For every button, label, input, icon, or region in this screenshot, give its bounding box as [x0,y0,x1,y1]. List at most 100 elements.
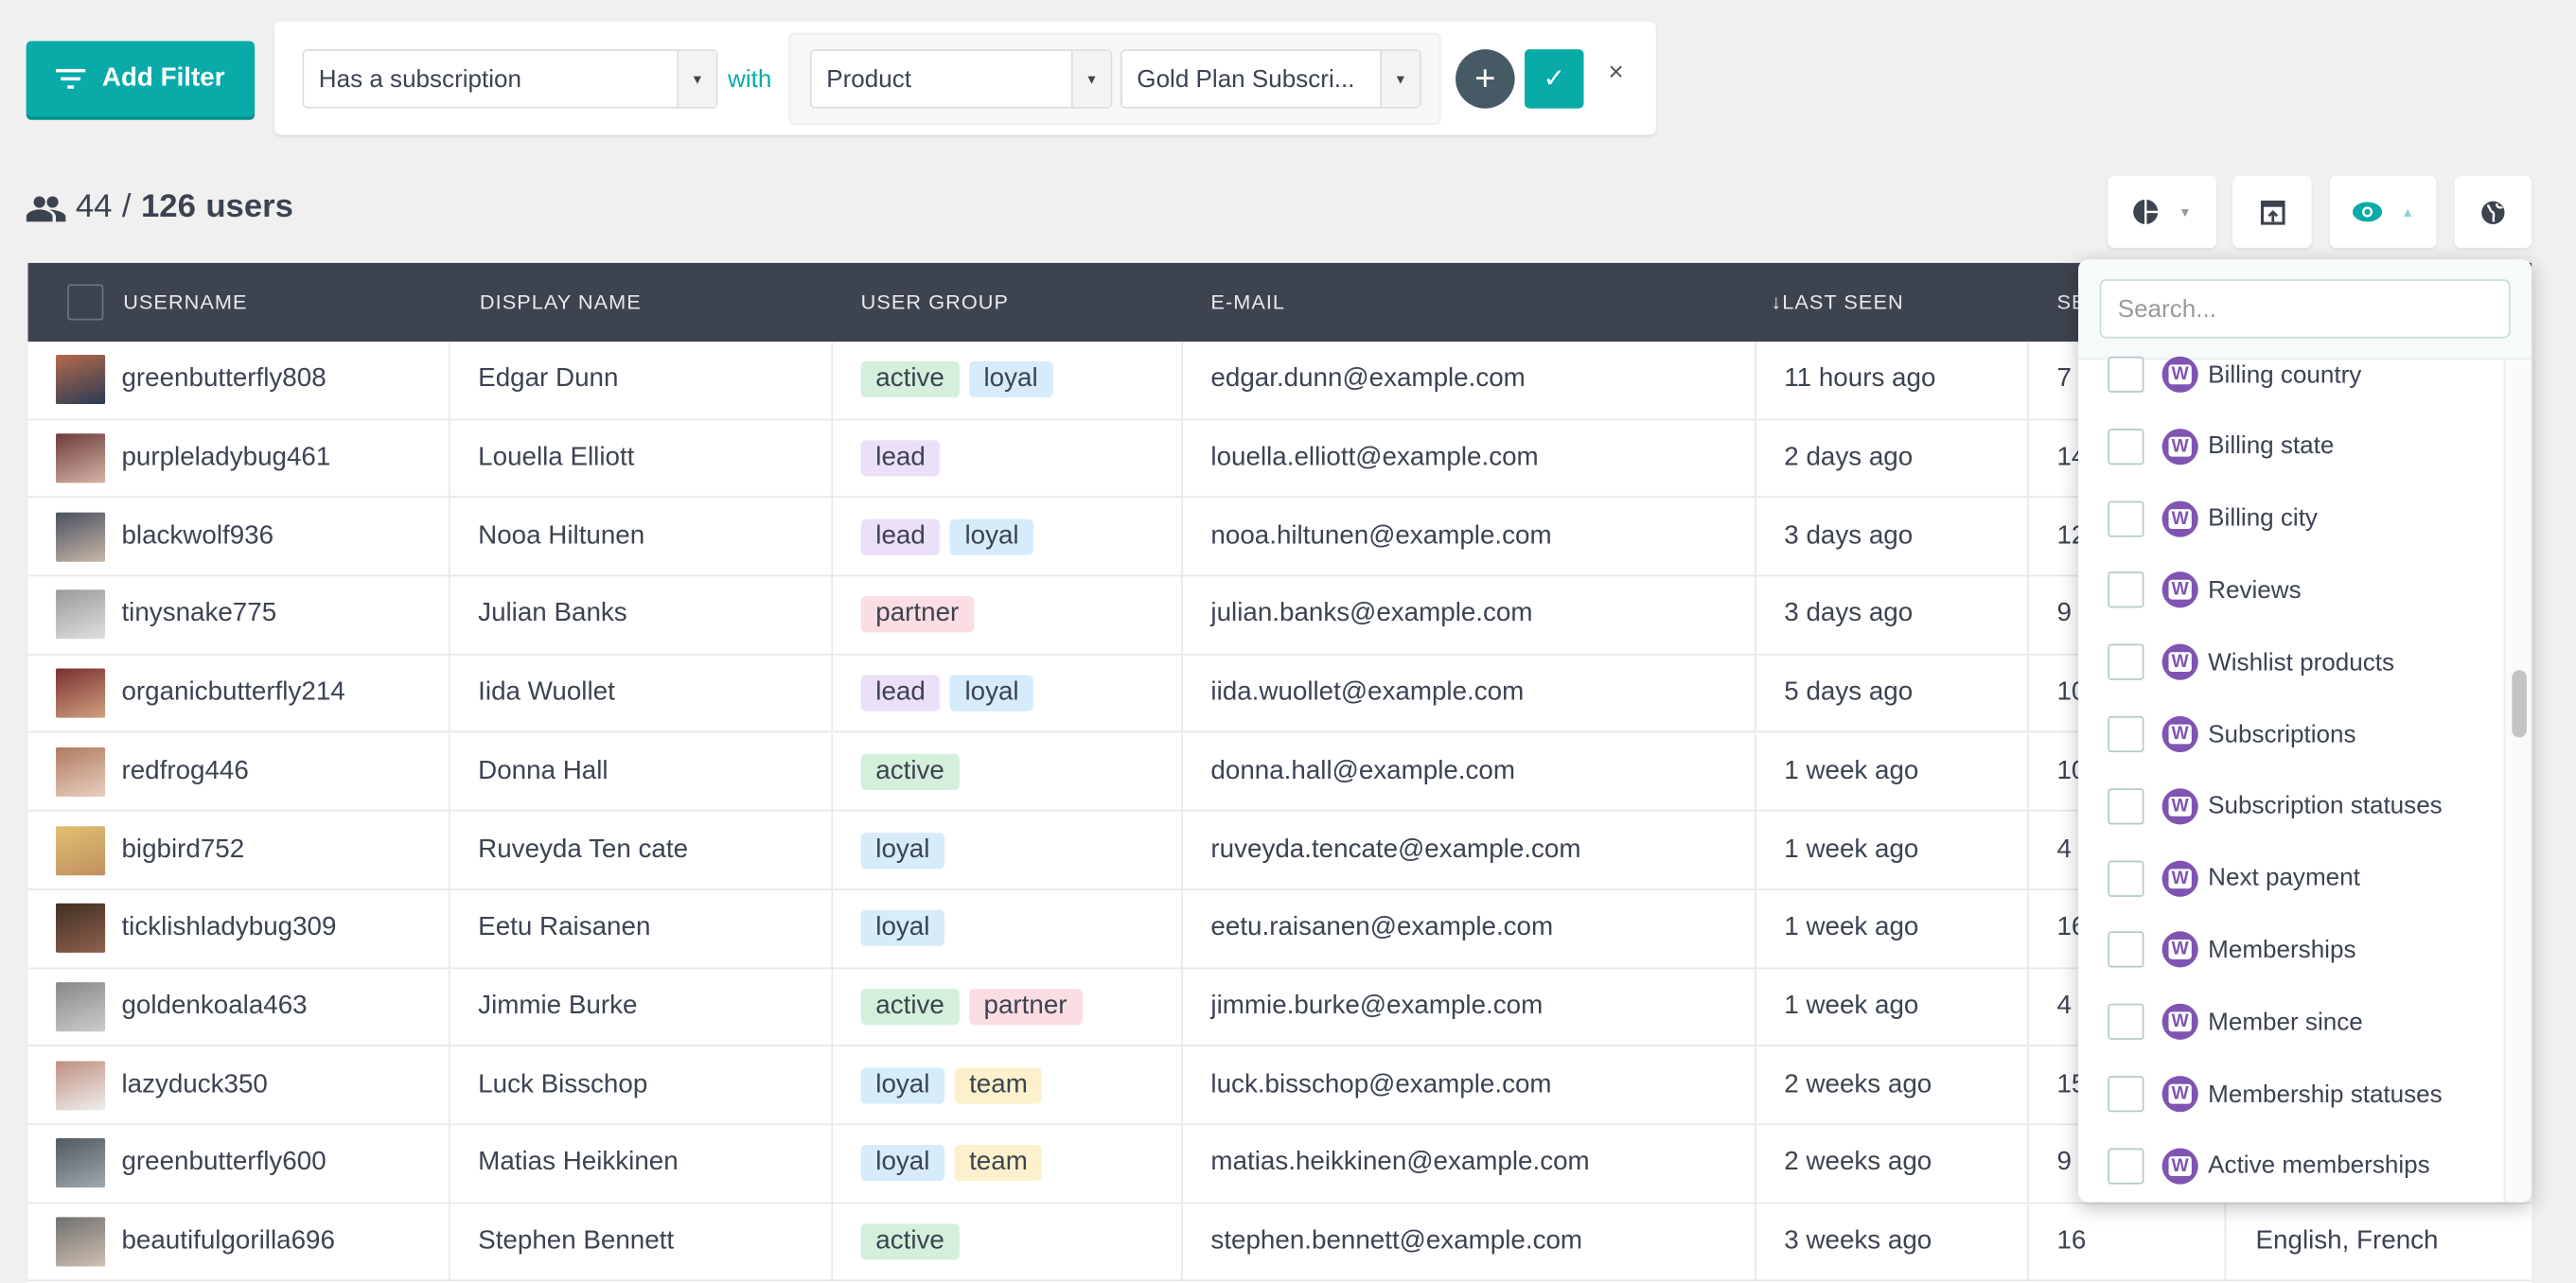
export-icon [2260,200,2285,224]
value-select[interactable]: Gold Plan Subscri... ▼ [1120,49,1421,109]
user-group-cell: partner [833,576,1183,654]
woocommerce-icon: W [2161,500,2198,536]
column-checkbox[interactable] [2108,356,2144,393]
username-cell: purpleladybug461 [28,419,450,497]
username[interactable]: blackwolf936 [121,522,273,552]
column-checkbox[interactable] [2108,500,2144,536]
scrollbar[interactable] [2503,360,2532,1203]
woocommerce-icon: W [2161,571,2198,608]
select-all-checkbox[interactable] [67,284,104,321]
chevron-down-icon: ▼ [1380,50,1420,107]
user-group-cell: active partner [833,968,1183,1046]
display-name: Luck Bisschop [478,1070,648,1098]
count-cell: 16 [2029,1203,2227,1280]
table-row[interactable]: beautifulgorilla696 Stephen Bennett active… [27,1203,2532,1282]
user-group-cell: loyal team [833,1125,1183,1203]
header-username[interactable]: USERNAME [123,290,247,313]
header-user-group[interactable]: USER GROUP [861,290,1009,313]
user-group-cell: active loyal [833,342,1183,419]
column-option[interactable]: W Billing state [2108,422,2334,471]
avatar [56,904,106,954]
export-button[interactable] [2232,175,2312,249]
column-checkbox[interactable] [2108,1076,2144,1113]
column-checkbox[interactable] [2108,571,2144,608]
group-tag: loyal [860,1066,945,1103]
count-value: 4 [2056,835,2072,864]
column-checkbox[interactable] [2108,787,2144,825]
column-checkbox[interactable] [2108,715,2144,753]
avatar [56,433,106,483]
email-cell: julian.banks@example.com [1183,576,1756,654]
column-option[interactable]: W Next payment [2108,853,2360,903]
last-seen-cell: 5 days ago [1756,655,2029,732]
remove-filter-button[interactable]: × [1609,59,1624,88]
add-condition-button[interactable]: + [1456,49,1515,109]
column-option[interactable]: W Membership statuses [2108,1069,2443,1118]
username[interactable]: ticklishladybug309 [121,914,336,943]
woocommerce-icon: W [2161,356,2198,393]
column-option-label: Subscription statuses [2208,792,2443,820]
header-last-seen[interactable]: ↓LAST SEEN [1771,290,1903,313]
columns-visibility-button[interactable]: ▲ [2329,175,2437,249]
column-option[interactable]: W Subscription statuses [2108,782,2443,831]
column-search-input[interactable] [2099,279,2511,339]
username[interactable]: lazyduck350 [121,1070,267,1099]
email: stephen.bennett@example.com [1210,1226,1583,1256]
column-option-label: Next payment [2208,864,2360,892]
woocommerce-icon: W [2161,1076,2198,1113]
username[interactable]: greenbutterfly600 [121,1149,326,1178]
username[interactable]: purpleladybug461 [121,444,330,473]
woocommerce-icon: W [2161,1148,2198,1185]
header-email[interactable]: E-MAIL [1210,290,1285,313]
avatar [56,825,106,875]
column-option[interactable]: W Wishlist products [2108,638,2394,687]
username[interactable]: greenbutterfly808 [121,365,326,395]
condition-value: Has a subscription [318,64,522,94]
username[interactable]: beautifulgorilla696 [121,1227,334,1257]
column-option[interactable]: W Active memberships [2108,1141,2430,1190]
column-checkbox[interactable] [2108,1004,2144,1041]
column-option[interactable]: W Reviews [2108,566,2302,615]
display-name-cell: Ruveyda Ten cate [450,811,834,888]
column-checkbox[interactable] [2108,931,2144,969]
username[interactable]: bigbird752 [121,835,244,865]
username[interactable]: organicbutterfly214 [121,678,344,708]
display-name: Julian Banks [478,600,627,628]
username[interactable]: redfrog446 [121,757,248,786]
column-checkbox[interactable] [2108,643,2144,681]
username[interactable]: goldenkoala463 [121,992,307,1021]
email-cell: jimmie.burke@example.com [1183,968,1756,1046]
apply-filter-button[interactable]: ✓ [1525,49,1584,109]
field-select[interactable]: Product ▼ [809,49,1113,109]
email: matias.heikkinen@example.com [1210,1149,1590,1177]
language-button[interactable] [2454,175,2532,249]
email: luck.bisschop@example.com [1210,1070,1552,1098]
column-option[interactable]: W Member since [2108,997,2363,1046]
column-checkbox[interactable] [2108,1148,2144,1185]
column-option[interactable]: W Billing country [2108,350,2361,399]
column-checkbox[interactable] [2108,428,2144,465]
column-option-label: Member since [2208,1008,2363,1036]
display-name: Nooa Hiltunen [478,521,645,551]
column-option[interactable]: W Billing city [2108,494,2318,543]
display-name-cell: Edgar Dunn [450,342,834,419]
email-cell: matias.heikkinen@example.com [1183,1125,1756,1203]
column-option[interactable]: W Subscriptions [2108,710,2356,759]
display-name: Edgar Dunn [478,364,619,394]
caret-up-icon: ▲ [2401,204,2414,220]
header-display-name[interactable]: DISPLAY NAME [480,290,642,313]
email-cell: stephen.bennett@example.com [1183,1203,1756,1280]
last-seen-cell: 2 weeks ago [1756,1125,2029,1203]
display-name: Eetu Raisanen [478,913,651,942]
add-filter-button[interactable]: Add Filter [26,41,256,117]
column-checkbox[interactable] [2108,859,2144,897]
column-option[interactable]: W Memberships [2108,925,2355,975]
username-cell: tinysnake775 [28,576,450,654]
chart-menu-button[interactable]: ▼ [2108,175,2216,249]
scrollbar-thumb[interactable] [2512,670,2527,738]
last-seen-cell: 1 week ago [1756,733,2029,811]
count-separator: / [121,188,132,225]
condition-select[interactable]: Has a subscription ▼ [302,49,718,109]
username[interactable]: tinysnake775 [121,600,276,629]
with-label: with [728,65,772,94]
